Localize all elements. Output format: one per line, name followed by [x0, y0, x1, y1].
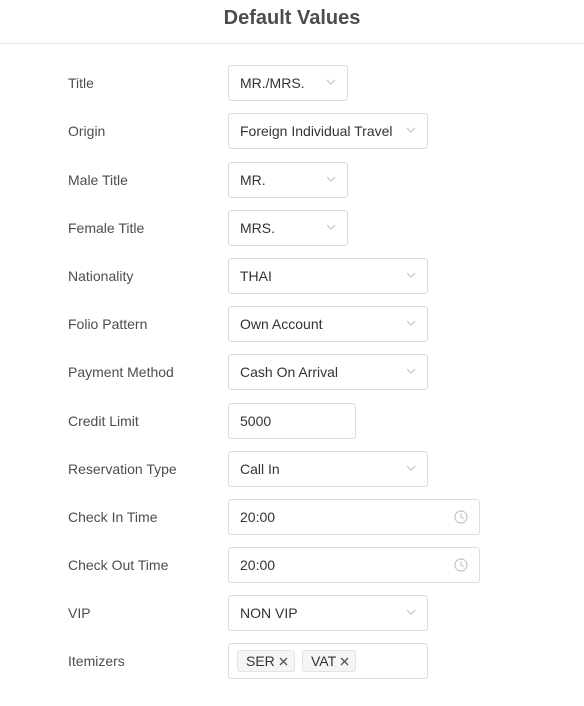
vip-select[interactable]: NON VIP: [228, 595, 428, 631]
reservation-type-label: Reservation Type: [68, 461, 177, 477]
itemizers-multiselect[interactable]: SER VAT: [228, 643, 428, 679]
chevron-down-icon: [406, 272, 416, 278]
male-title-select[interactable]: MR.: [228, 162, 348, 198]
payment-method-select[interactable]: Cash On Arrival: [228, 354, 428, 390]
female-title-value: MRS.: [240, 220, 275, 236]
close-icon[interactable]: [340, 657, 349, 666]
check-in-time-picker[interactable]: 20:00: [228, 499, 480, 535]
folio-pattern-select[interactable]: Own Account: [228, 306, 428, 342]
title-select[interactable]: MR./MRS.: [228, 65, 348, 101]
nationality-value: THAI: [240, 268, 272, 284]
check-in-time-value: 20:00: [240, 509, 276, 525]
row-female-title: Female Title MRS.: [0, 210, 584, 246]
title-value: MR./MRS.: [240, 75, 305, 91]
folio-pattern-label: Folio Pattern: [68, 316, 148, 332]
row-check-in-time: Check In Time 20:00: [0, 499, 584, 535]
itemizer-tag: SER: [237, 650, 295, 672]
check-in-time-label: Check In Time: [68, 509, 158, 525]
credit-limit-value: 5000: [240, 413, 272, 429]
chevron-down-icon: [406, 465, 416, 471]
female-title-select[interactable]: MRS.: [228, 210, 348, 246]
row-reservation-type: Reservation Type Call In: [0, 451, 584, 487]
row-vip: VIP NON VIP: [0, 595, 584, 631]
payment-method-label: Payment Method: [68, 364, 174, 380]
row-itemizers: Itemizers SER VAT: [0, 643, 584, 679]
payment-method-value: Cash On Arrival: [240, 364, 339, 380]
itemizers-label: Itemizers: [68, 653, 125, 669]
row-nationality: Nationality THAI: [0, 258, 584, 294]
page-header: Default Values: [0, 0, 584, 44]
nationality-select[interactable]: THAI: [228, 258, 428, 294]
folio-pattern-value: Own Account: [240, 316, 323, 332]
itemizer-tag-label: SER: [246, 653, 275, 669]
chevron-down-icon: [406, 320, 416, 326]
chevron-down-icon: [326, 224, 336, 230]
row-origin: Origin Foreign Individual Travel: [0, 113, 584, 149]
row-title: Title MR./MRS.: [0, 65, 584, 101]
row-check-out-time: Check Out Time 20:00: [0, 547, 584, 583]
vip-value: NON VIP: [240, 605, 298, 621]
chevron-down-icon: [406, 609, 416, 615]
reservation-type-select[interactable]: Call In: [228, 451, 428, 487]
itemizer-tag-label: VAT: [311, 653, 337, 669]
male-title-label: Male Title: [68, 172, 128, 188]
origin-select[interactable]: Foreign Individual Travel: [228, 113, 428, 149]
origin-value: Foreign Individual Travel: [240, 123, 393, 139]
male-title-value: MR.: [240, 172, 266, 188]
origin-label: Origin: [68, 123, 106, 139]
chevron-down-icon: [406, 368, 416, 374]
page-title: Default Values: [223, 7, 361, 29]
check-out-time-label: Check Out Time: [68, 557, 169, 573]
credit-limit-label: Credit Limit: [68, 413, 139, 429]
female-title-label: Female Title: [68, 220, 145, 236]
itemizer-tag: VAT: [302, 650, 357, 672]
row-folio-pattern: Folio Pattern Own Account: [0, 306, 584, 342]
close-icon[interactable]: [279, 657, 288, 666]
credit-limit-input[interactable]: 5000: [228, 403, 356, 439]
row-payment-method: Payment Method Cash On Arrival: [0, 354, 584, 390]
nationality-label: Nationality: [68, 268, 134, 284]
chevron-down-icon: [326, 176, 336, 182]
chevron-down-icon: [326, 79, 336, 85]
clock-icon[interactable]: [454, 510, 468, 524]
row-male-title: Male Title MR.: [0, 162, 584, 198]
clock-icon[interactable]: [454, 558, 468, 572]
vip-label: VIP: [68, 605, 91, 621]
chevron-down-icon: [406, 127, 416, 133]
check-out-time-picker[interactable]: 20:00: [228, 547, 480, 583]
check-out-time-value: 20:00: [240, 557, 276, 573]
title-label: Title: [68, 75, 94, 91]
row-credit-limit: Credit Limit 5000: [0, 403, 584, 439]
reservation-type-value: Call In: [240, 461, 280, 477]
